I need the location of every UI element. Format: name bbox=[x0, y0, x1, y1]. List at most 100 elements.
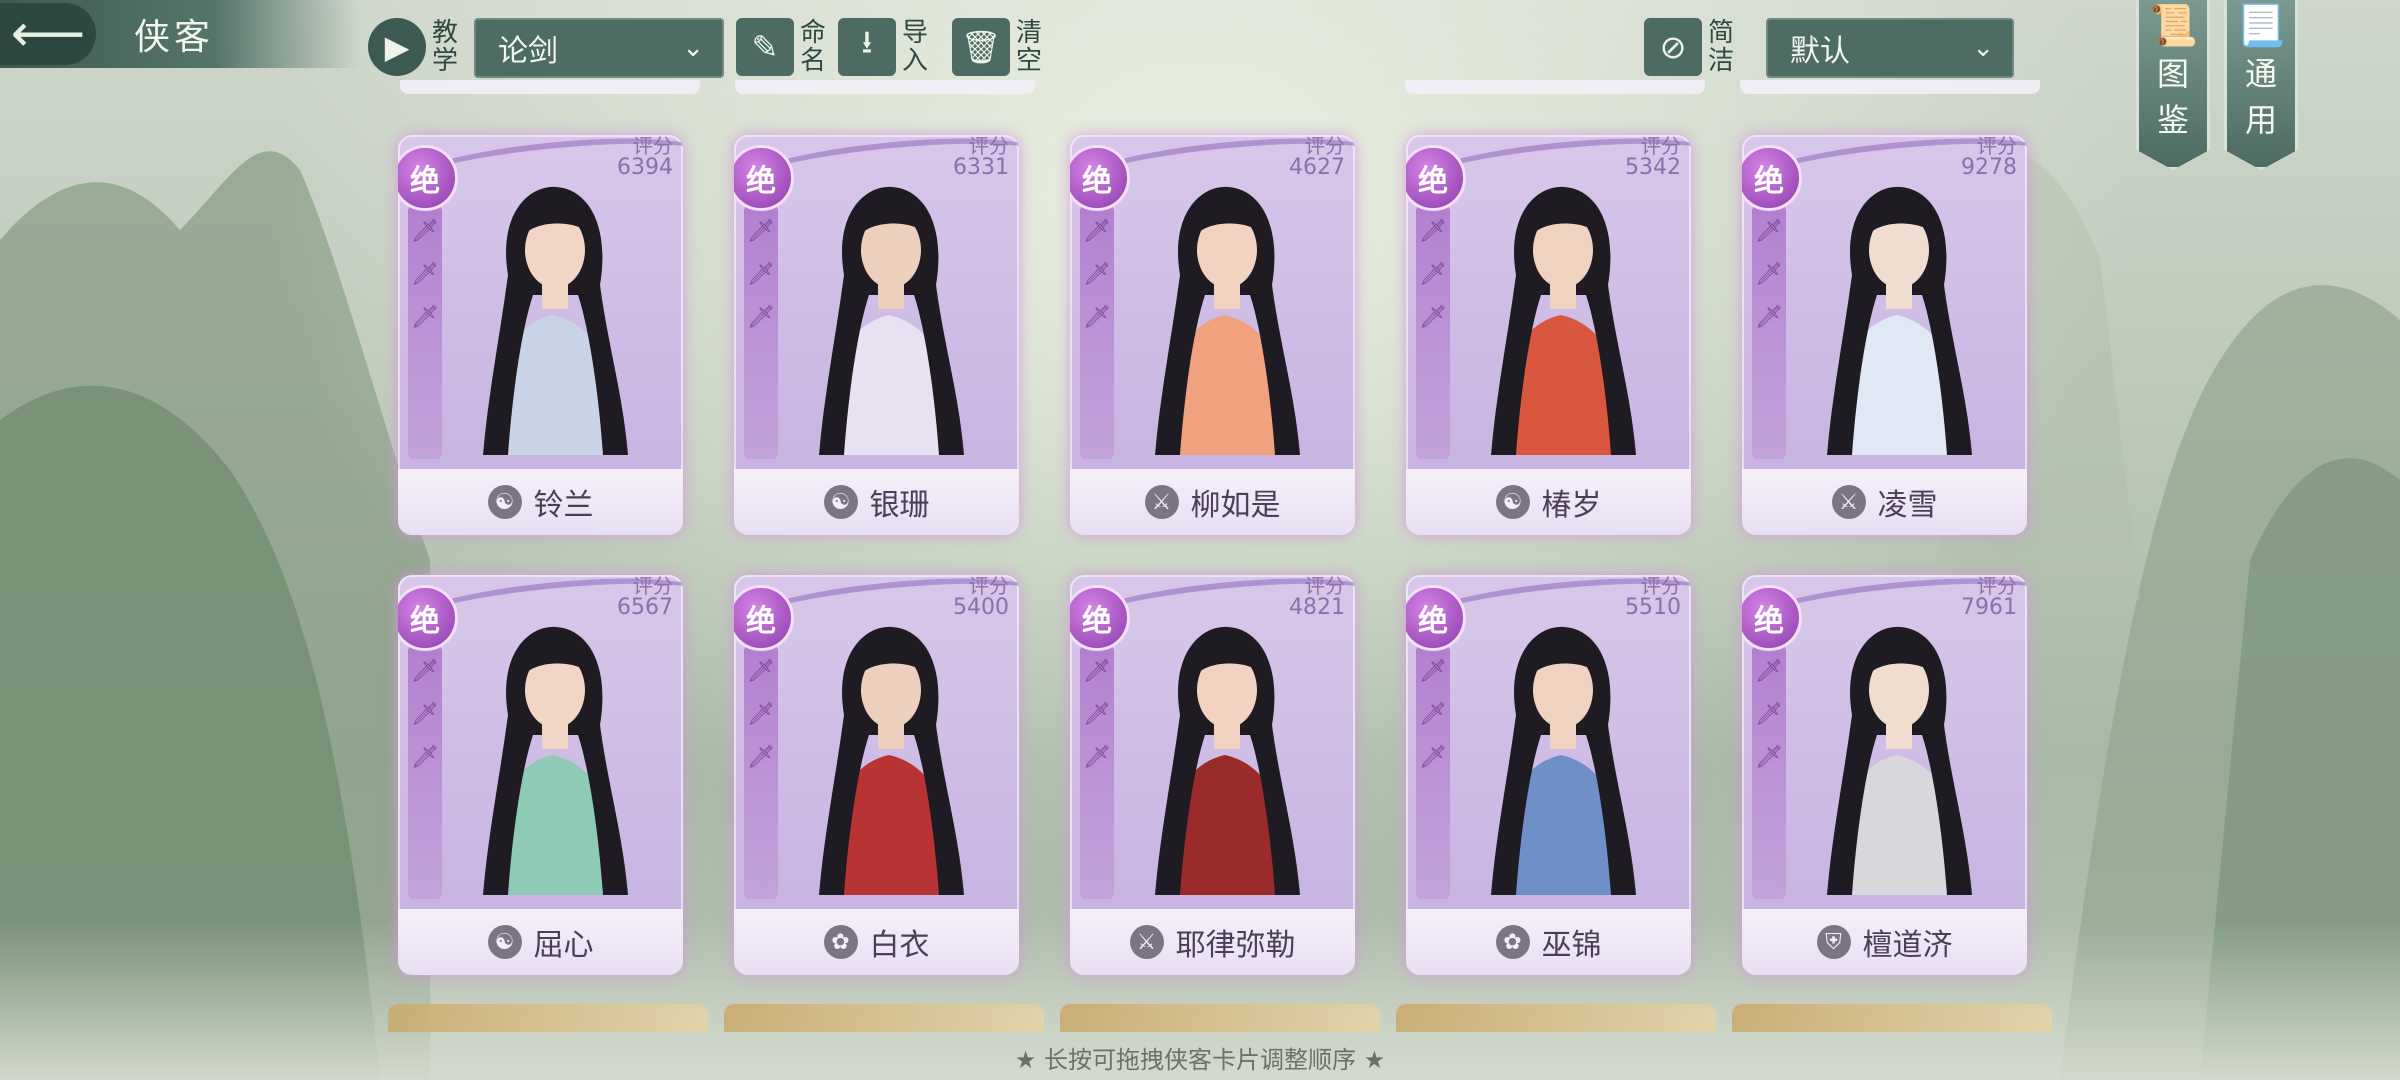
lotus-icon: ✿ bbox=[1495, 925, 1530, 959]
rename-button[interactable]: ✎ 命 名 bbox=[736, 16, 826, 78]
character-name: 柳如是 bbox=[1190, 488, 1281, 523]
shield-icon: ⛨ bbox=[1816, 925, 1851, 959]
sword-icon: ⚔ bbox=[1129, 925, 1164, 959]
name-plate: ☯ 铃兰 bbox=[398, 469, 683, 535]
name-plate: ☯ 屈心 bbox=[398, 909, 683, 975]
score-box: 评分 5342 bbox=[1625, 135, 1681, 179]
score-box: 评分 5400 bbox=[953, 575, 1009, 619]
card-row-below-peek bbox=[1396, 1004, 1716, 1032]
book-icon: 📜 bbox=[2148, 3, 2198, 49]
import-button[interactable]: ⭳ 导 入 bbox=[838, 16, 928, 78]
character-card[interactable]: 🗡 🗡 🗡 绝 评分 5400 ✿ 白衣 bbox=[734, 575, 1019, 975]
character-card[interactable]: 🗡 🗡 🗡 绝 评分 4821 ⚔ 耶律弥勒 bbox=[1070, 575, 1355, 975]
score-label: 评分 bbox=[1977, 575, 2017, 598]
score-label: 评分 bbox=[633, 575, 673, 598]
character-portrait bbox=[819, 626, 964, 895]
character-name: 耶律弥勒 bbox=[1175, 928, 1296, 963]
name-plate: ⚔ 耶律弥勒 bbox=[1070, 909, 1355, 975]
sword-mark-icon: 🗡 bbox=[1083, 745, 1111, 770]
character-card[interactable]: 🗡 🗡 🗡 绝 评分 4627 ⚔ 柳如是 bbox=[1070, 135, 1355, 535]
score-box: 评分 4821 bbox=[1289, 575, 1345, 619]
score-label: 评分 bbox=[1305, 135, 1345, 158]
sword-mark-icon: 🗡 bbox=[1083, 659, 1111, 684]
score-label: 评分 bbox=[1305, 575, 1345, 598]
character-portrait bbox=[1827, 186, 1972, 455]
character-card[interactable]: 🗡 🗡 🗡 绝 评分 6394 ☯ 铃兰 bbox=[398, 135, 683, 535]
character-name: 铃兰 bbox=[533, 488, 594, 523]
score-label: 评分 bbox=[1977, 135, 2017, 158]
character-name: 凌雪 bbox=[1877, 488, 1938, 523]
yin-yang-icon: ☯ bbox=[487, 925, 522, 959]
page-title: 侠客 bbox=[134, 17, 215, 58]
mode-select[interactable]: 论剑 ⌄ bbox=[474, 18, 724, 78]
rank-stripe: 🗡 🗡 🗡 bbox=[1080, 205, 1114, 459]
character-name: 白衣 bbox=[869, 928, 930, 963]
chevron-down-icon: ⌄ bbox=[1972, 33, 1994, 63]
score-value: 6331 bbox=[953, 155, 1009, 180]
name-plate: ⛨ 檀道济 bbox=[1742, 909, 2027, 975]
rank-stripe: 🗡 🗡 🗡 bbox=[408, 645, 442, 899]
back-button[interactable]: ⟵ 侠客 bbox=[0, 0, 360, 68]
card-row-below-peek bbox=[1732, 1004, 2052, 1032]
character-portrait bbox=[483, 186, 628, 455]
name-plate: ⚔ 凌雪 bbox=[1742, 469, 2027, 535]
score-box: 评分 6567 bbox=[617, 575, 673, 619]
brush-icon: ✎ bbox=[736, 18, 794, 76]
sword-mark-icon: 🗡 bbox=[1755, 305, 1783, 330]
sword-mark-icon: 🗡 bbox=[747, 262, 775, 287]
sort-select-value: 默认 bbox=[1790, 34, 1850, 69]
sword-mark-icon: 🗡 bbox=[1083, 305, 1111, 330]
eye-off-icon: ⊘ bbox=[1644, 18, 1702, 76]
sword-mark-icon: 🗡 bbox=[747, 219, 775, 244]
drag-hint: ★ 长按可拖拽侠客卡片调整顺序 ★ bbox=[1014, 1046, 1386, 1074]
yin-yang-icon: ☯ bbox=[823, 485, 858, 519]
score-value: 4821 bbox=[1289, 595, 1345, 620]
sword-mark-icon: 🗡 bbox=[747, 745, 775, 770]
score-label: 评分 bbox=[969, 135, 1009, 158]
character-portrait bbox=[1155, 186, 1300, 455]
rank-stripe: 🗡 🗡 🗡 bbox=[744, 645, 778, 899]
character-card[interactable]: 🗡 🗡 🗡 绝 评分 9278 ⚔ 凌雪 bbox=[1742, 135, 2027, 535]
sword-mark-icon: 🗡 bbox=[1755, 262, 1783, 287]
score-value: 5510 bbox=[1625, 595, 1681, 620]
sword-mark-icon: 🗡 bbox=[1755, 702, 1783, 727]
sword-mark-icon: 🗡 bbox=[411, 262, 439, 287]
character-card[interactable]: 🗡 🗡 🗡 绝 评分 6331 ☯ 银珊 bbox=[734, 135, 1019, 535]
sword-mark-icon: 🗡 bbox=[1755, 745, 1783, 770]
sword-mark-icon: 🗡 bbox=[1755, 219, 1783, 244]
yin-yang-icon: ☯ bbox=[1495, 485, 1530, 519]
name-plate: ✿ 白衣 bbox=[734, 909, 1019, 975]
tutorial-button[interactable]: ▶ 教 学 bbox=[368, 16, 458, 78]
character-card[interactable]: 🗡 🗡 🗡 绝 评分 5342 ☯ 椿岁 bbox=[1406, 135, 1691, 535]
sword-mark-icon: 🗡 bbox=[747, 659, 775, 684]
card-row-above-peek bbox=[735, 80, 1035, 94]
rank-stripe: 🗡 🗡 🗡 bbox=[1416, 205, 1450, 459]
character-portrait bbox=[819, 186, 964, 455]
card-row-above-peek bbox=[400, 80, 700, 94]
score-label: 评分 bbox=[1641, 575, 1681, 598]
score-value: 6394 bbox=[617, 155, 673, 180]
sword-mark-icon: 🗡 bbox=[1419, 745, 1447, 770]
score-box: 评分 9278 bbox=[1961, 135, 2017, 179]
sword-mark-icon: 🗡 bbox=[747, 305, 775, 330]
sort-select[interactable]: 默认 ⌄ bbox=[1766, 18, 2014, 78]
name-plate: ⚔ 柳如是 bbox=[1070, 469, 1355, 535]
clear-button[interactable]: 🗑 清 空 bbox=[952, 16, 1042, 78]
character-card[interactable]: 🗡 🗡 🗡 绝 评分 6567 ☯ 屈心 bbox=[398, 575, 683, 975]
name-plate: ☯ 银珊 bbox=[734, 469, 1019, 535]
concise-toggle-button[interactable]: ⊘ 简 洁 bbox=[1644, 16, 1734, 78]
card-row-below-peek bbox=[724, 1004, 1044, 1032]
sword-mark-icon: 🗡 bbox=[1419, 219, 1447, 244]
tab-encyclopedia[interactable]: 📜 图 鉴 bbox=[2136, 0, 2210, 170]
character-card[interactable]: 🗡 🗡 🗡 绝 评分 7961 ⛨ 檀道济 bbox=[1742, 575, 2027, 975]
download-icon: ⭳ bbox=[838, 18, 896, 76]
sword-mark-icon: 🗡 bbox=[1083, 219, 1111, 244]
tab-general[interactable]: 📃 通 用 bbox=[2224, 0, 2298, 170]
sword-icon: ⚔ bbox=[1144, 485, 1179, 519]
rank-stripe: 🗡 🗡 🗡 bbox=[1752, 205, 1786, 459]
play-icon: ▶ bbox=[368, 18, 426, 76]
score-label: 评分 bbox=[969, 575, 1009, 598]
score-value: 4627 bbox=[1289, 155, 1345, 180]
character-card[interactable]: 🗡 🗡 🗡 绝 评分 5510 ✿ 巫锦 bbox=[1406, 575, 1691, 975]
character-portrait bbox=[1491, 626, 1636, 895]
